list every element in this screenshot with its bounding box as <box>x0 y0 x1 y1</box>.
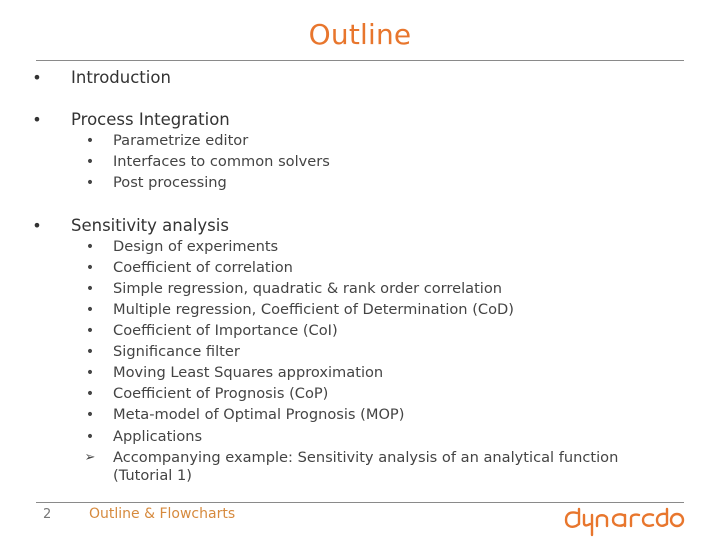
bullet-icon: • <box>85 323 95 339</box>
bullet-icon: • <box>85 386 95 402</box>
bullet-icon: • <box>85 365 95 381</box>
bullet-icon: • <box>85 260 95 276</box>
outline-subitem-label: Significance filter <box>113 343 240 360</box>
outline-subitem-label: Parametrize editor <box>113 132 249 149</box>
outline-subitem-label: Coefficient of correlation <box>113 259 293 276</box>
logo-letter-o <box>669 512 685 528</box>
arrow-bullet-icon: ➢ <box>84 450 96 465</box>
outline-subitem-label: Moving Least Squares approximation <box>113 364 384 381</box>
bullet-icon: • <box>32 216 42 235</box>
bullet-icon: • <box>85 175 95 191</box>
bullet-icon: • <box>85 133 95 149</box>
logo-letter-d2 <box>655 507 669 527</box>
outline-subitem-label: Simple regression, quadratic & rank orde… <box>113 280 503 297</box>
bullet-icon: • <box>85 281 95 297</box>
logo-letter-n <box>595 514 609 528</box>
bullet-icon: • <box>85 344 95 360</box>
bullet-icon: • <box>32 68 42 87</box>
outline-subitem-label: Coefficient of Prognosis (CoP) <box>113 385 329 402</box>
logo-letter-a <box>611 513 627 528</box>
bullet-icon: • <box>85 429 95 445</box>
bullet-icon: • <box>85 239 95 255</box>
title-divider <box>36 60 684 61</box>
outline-subitem-label: Applications <box>113 428 203 445</box>
footer-section-title: Outline & Flowcharts <box>89 506 236 522</box>
dynardo-logo-icon <box>564 507 685 537</box>
outline-item-label: Introduction <box>71 68 171 87</box>
logo-letter-c <box>641 513 655 527</box>
outline-subitem-label: Coefficient of Importance (CoI) <box>113 322 338 339</box>
logo-letter-d <box>564 507 581 528</box>
slide-title: Outline <box>308 18 412 51</box>
outline-subitem-label: Accompanying example: Sensitivity analys… <box>113 449 619 466</box>
footer-divider <box>36 502 684 503</box>
bullet-icon: • <box>32 110 42 129</box>
page-number: 2 <box>43 507 52 522</box>
bullet-icon: • <box>85 407 95 423</box>
bullet-icon: • <box>85 302 95 318</box>
logo-letter-y <box>582 513 594 537</box>
outline-subitem-label: Post processing <box>113 174 227 191</box>
logo-letter-r <box>629 513 641 528</box>
outline-subitem-label: Meta-model of Optimal Prognosis (MOP) <box>113 406 405 423</box>
outline-subitem-label-line2: (Tutorial 1) <box>113 467 192 484</box>
outline-item-label: Process Integration <box>71 110 230 129</box>
outline-subitem-label: Design of experiments <box>113 238 279 255</box>
bullet-icon: • <box>85 154 95 170</box>
outline-subitem-label: Interfaces to common solvers <box>113 153 330 170</box>
outline-subitem-label: Multiple regression, Coefficient of Dete… <box>113 301 514 318</box>
outline-item-label: Sensitivity analysis <box>71 216 229 235</box>
